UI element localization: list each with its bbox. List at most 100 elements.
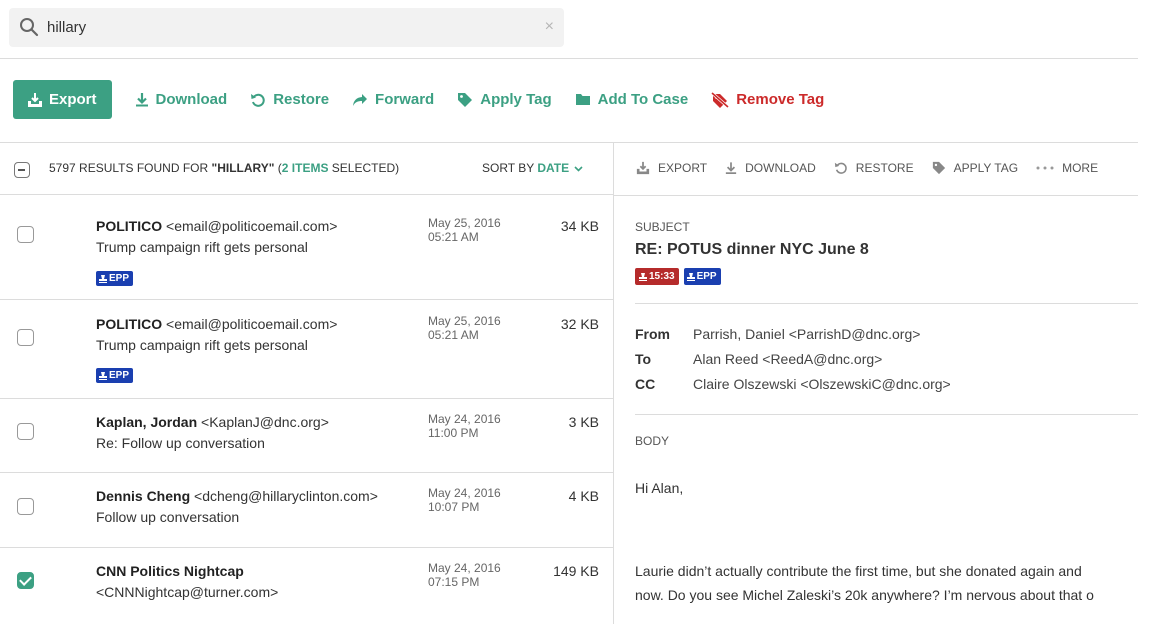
list-item[interactable]: Kaplan, Jordan <KaplanJ@dnc.org> Re: Fol… — [0, 399, 613, 473]
list-item[interactable]: POLITICO <email@politicoemail.com> Trump… — [0, 300, 613, 399]
add-to-case-button[interactable]: Add To Case — [575, 91, 689, 108]
sender-email: <KaplanJ@dnc.org> — [197, 414, 329, 430]
detail-more-label: MORE — [1062, 161, 1099, 175]
detail-apply-tag-label: APPLY TAG — [953, 161, 1019, 175]
restore-icon — [251, 93, 265, 107]
list-item[interactable]: POLITICO <email@politicoemail.com> Trump… — [0, 201, 613, 300]
forward-button[interactable]: Forward — [352, 91, 434, 108]
epp-badge[interactable]: EPP — [96, 368, 134, 383]
selected-suffix: SELECTED) — [328, 161, 400, 175]
sender: Dennis Cheng <dcheng@hillaryclinton.com> — [96, 488, 378, 504]
time-badge-label: 15:33 — [649, 271, 675, 282]
restore-icon — [834, 162, 847, 174]
download-button[interactable]: Download — [135, 91, 228, 108]
date-time: 05:21 AM — [428, 230, 479, 244]
apply-tag-button[interactable]: Apply Tag — [457, 91, 552, 108]
date: May 24, 2016 11:00 PM — [428, 412, 501, 440]
search-bar[interactable]: × — [9, 8, 564, 47]
results-prefix: RESULTS FOUND FOR — [75, 161, 212, 175]
download-icon — [725, 162, 737, 174]
date-day: May 24, 2016 — [428, 561, 501, 575]
tag-list: 15:33 EPP — [635, 268, 721, 285]
pane-divider[interactable] — [613, 142, 614, 624]
body-line: now. Do you see Michel Zaleski’s 20k any… — [635, 587, 1094, 603]
list-item[interactable]: CNN Politics Nightcap <CNNNightcap@turne… — [0, 548, 613, 606]
sender-name: Dennis Cheng — [96, 488, 191, 504]
chevron-down-icon — [574, 166, 584, 172]
add-to-case-label: Add To Case — [597, 91, 689, 108]
row-checkbox[interactable] — [17, 226, 34, 243]
forward-label: Forward — [375, 91, 435, 108]
date-day: May 24, 2016 — [428, 486, 501, 500]
date-day: May 25, 2016 — [428, 216, 501, 230]
stamp-icon — [639, 272, 647, 281]
detail-more-button[interactable]: MORE — [1036, 161, 1098, 175]
detail-apply-tag-button[interactable]: APPLY TAG — [932, 161, 1018, 175]
date: May 24, 2016 10:07 PM — [428, 486, 501, 514]
detail-download-button[interactable]: DOWNLOAD — [725, 161, 816, 175]
row-checkbox[interactable] — [17, 498, 34, 515]
row-checkbox[interactable] — [17, 423, 34, 440]
results-header: 5797 RESULTS FOUND FOR "HILLARY" (2 ITEM… — [0, 143, 613, 195]
subject-label: SUBJECT — [635, 220, 690, 234]
list-item[interactable]: Dennis Cheng <dcheng@hillaryclinton.com>… — [0, 473, 613, 548]
email-subject: RE: POTUS dinner NYC June 8 — [635, 241, 869, 258]
tag-icon — [932, 161, 945, 175]
remove-tag-label: Remove Tag — [736, 91, 825, 108]
remove-tag-icon — [711, 91, 730, 108]
deselect-all-checkbox[interactable] — [14, 162, 30, 178]
row-checkbox[interactable] — [17, 329, 34, 346]
export-button[interactable]: Export — [13, 80, 112, 119]
divider — [614, 195, 1138, 196]
epp-badge[interactable]: EPP — [683, 268, 721, 285]
results-count: 5797 — [49, 161, 76, 175]
time-badge[interactable]: 15:33 — [635, 268, 679, 285]
file-size: 3 KB — [568, 414, 599, 430]
export-icon — [28, 92, 42, 107]
cc-label: CC — [635, 376, 656, 392]
detail-download-label: DOWNLOAD — [745, 161, 816, 175]
epp-badge-label: EPP — [109, 273, 130, 284]
body-greeting: Hi Alan, — [635, 480, 684, 496]
results-summary: 5797 RESULTS FOUND FOR "HILLARY" (2 ITEM… — [49, 161, 399, 175]
sender-name: CNN Politics Nightcap — [96, 563, 244, 579]
results-open-paren: ( — [274, 161, 282, 175]
detail-export-button[interactable]: EXPORT — [636, 161, 707, 175]
folder-icon — [575, 94, 590, 105]
date-time: 10:07 PM — [428, 500, 480, 514]
date: May 25, 2016 05:21 AM — [428, 216, 501, 244]
download-label: Download — [155, 91, 228, 108]
export-icon — [636, 161, 650, 175]
from-value: Parrish, Daniel <ParrishD@dnc.org> — [693, 326, 921, 342]
body-label: BODY — [635, 434, 670, 448]
forward-icon — [353, 93, 368, 106]
file-size: 32 KB — [560, 316, 599, 332]
message-list: POLITICO <email@politicoemail.com> Trump… — [0, 201, 613, 606]
sender-email: <CNNNightcap@turner.com> — [96, 584, 279, 600]
sort-dropdown[interactable]: SORT BY DATE — [482, 161, 584, 175]
file-size: 4 KB — [568, 488, 599, 504]
date-time: 07:15 PM — [428, 575, 480, 589]
to-value: Alan Reed <ReedA@dnc.org> — [693, 351, 883, 367]
results-query: "HILLARY" — [211, 161, 275, 175]
remove-tag-button[interactable]: Remove Tag — [711, 91, 824, 108]
sender-email: <email@politicoemail.com> — [162, 316, 338, 332]
subject: Re: Follow up conversation — [96, 435, 265, 451]
search-input[interactable] — [47, 14, 527, 41]
apply-tag-label: Apply Tag — [480, 91, 552, 108]
row-checkbox[interactable] — [17, 572, 34, 589]
download-icon — [135, 93, 148, 107]
clear-search-button[interactable]: × — [545, 18, 554, 36]
epp-badge[interactable]: EPP — [96, 271, 134, 286]
restore-label: Restore — [273, 91, 330, 108]
stamp-icon — [99, 274, 107, 283]
sender: POLITICO <email@politicoemail.com> — [96, 316, 337, 332]
divider — [635, 303, 1138, 304]
detail-restore-button[interactable]: RESTORE — [834, 161, 914, 175]
epp-badge-label: EPP — [109, 370, 130, 381]
date: May 24, 2016 07:15 PM — [428, 561, 501, 589]
to-row: To Alan Reed <ReedA@dnc.org> — [635, 351, 882, 367]
detail-export-label: EXPORT — [658, 161, 708, 175]
restore-button[interactable]: Restore — [250, 91, 329, 108]
main-toolbar: Export Download Restore Forward Apply Ta… — [13, 80, 824, 119]
